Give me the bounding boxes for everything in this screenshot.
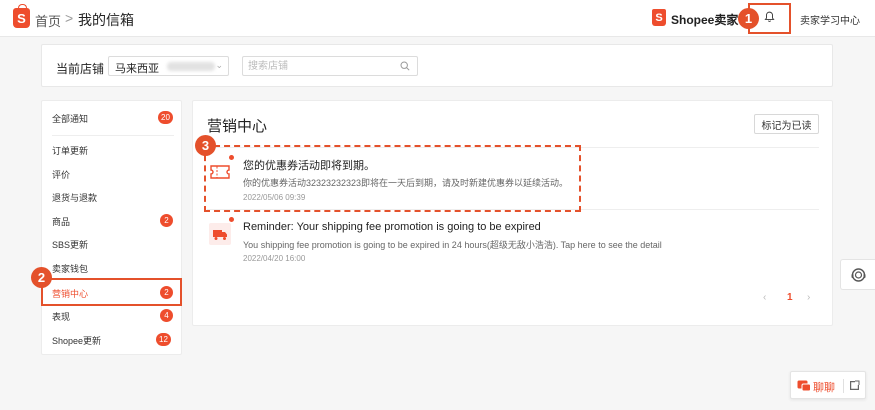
mark-all-read-button[interactable]: 标记为已读 (754, 114, 819, 134)
sidebar-item-sbs[interactable]: SBS更新 (42, 233, 183, 255)
notification-item[interactable]: Reminder: Your shipping fee promotion is… (207, 213, 819, 267)
blurred-shop-name (167, 62, 215, 71)
shopee-logo[interactable]: S (13, 4, 30, 28)
shop-search-input[interactable] (248, 59, 388, 73)
step-2-marker: 2 (31, 267, 52, 288)
headset-icon (851, 268, 866, 282)
shop-search-box[interactable] (242, 56, 418, 76)
sidebar-item-performance[interactable]: 表现 4 (42, 305, 183, 327)
chat-divider (843, 379, 844, 393)
sidebar-item-wallet[interactable]: 卖家钱包 (42, 257, 183, 279)
unread-dot (229, 217, 234, 222)
notification-panel: 营销中心 标记为已读 您的优惠券活动即将到期。 你的优惠券活动323232323… (192, 100, 833, 326)
chat-bar[interactable]: 聊聊 (790, 371, 866, 399)
sidebar-item-label: 退货与退款 (52, 193, 98, 203)
sidebar-item-orders[interactable]: 订单更新 (42, 139, 183, 161)
unread-count-badge: 4 (160, 309, 173, 322)
pagination-next[interactable]: › (807, 292, 810, 303)
chevron-down-icon: ⌄ (215, 60, 223, 70)
sidebar-item-shopee-updates[interactable]: Shopee更新 12 (42, 329, 183, 351)
delivery-truck-icon (209, 223, 231, 245)
support-float-button[interactable] (840, 259, 875, 290)
sidebar-item-label: SBS更新 (52, 240, 89, 250)
bell-icon[interactable] (764, 11, 775, 23)
breadcrumb-separator: > (65, 10, 74, 26)
chat-icon (797, 380, 811, 392)
expand-icon[interactable] (849, 380, 860, 391)
shop-select[interactable]: 马来西亚 ⌄ (108, 56, 229, 76)
sidebar: 全部通知 20 订单更新 评价 退货与退款 商品 2 SBS更新 卖家钱包 营销… (41, 100, 182, 355)
step-3-marker: 3 (195, 135, 216, 156)
learning-center-link[interactable]: 卖家学习中心 (800, 12, 860, 27)
sidebar-item-products[interactable]: 商品 2 (42, 210, 183, 232)
current-shop-label: 当前店铺 (56, 62, 105, 76)
notification-title: Reminder: Your shipping fee promotion is… (243, 221, 541, 233)
seller-brand[interactable]: Shopee卖家 (671, 11, 738, 28)
step-1-marker: 1 (738, 8, 759, 29)
chat-label: 聊聊 (813, 382, 835, 394)
seller-logo: S (652, 9, 666, 26)
unread-count-badge: 2 (160, 214, 173, 227)
sidebar-item-returns[interactable]: 退货与退款 (42, 186, 183, 208)
unread-count-badge: 20 (158, 111, 173, 124)
page-title: 我的信箱 (78, 12, 134, 28)
marketing-highlight-box (41, 278, 182, 306)
search-icon[interactable] (400, 61, 410, 71)
sidebar-item-all[interactable]: 全部通知 20 (42, 107, 183, 129)
panel-title: 营销中心 (207, 118, 268, 135)
shop-select-value: 马来西亚 (115, 63, 159, 75)
notification-body: You shipping fee promotion is going to b… (243, 240, 662, 250)
shop-selector-bar: 当前店铺 马来西亚 ⌄ (41, 44, 833, 87)
pagination-prev[interactable]: ‹ (763, 292, 766, 303)
breadcrumb-home[interactable]: 首页 (35, 11, 61, 30)
notification-date: 2022/04/20 16:00 (243, 254, 306, 263)
sidebar-item-label: 订单更新 (52, 146, 89, 156)
sidebar-item-label: Shopee更新 (52, 336, 102, 346)
sidebar-item-label: 全部通知 (52, 114, 89, 124)
pagination-page[interactable]: 1 (787, 292, 793, 303)
sidebar-divider (52, 135, 174, 136)
unread-count-badge: 12 (156, 333, 171, 346)
sidebar-item-label: 表现 (52, 312, 71, 322)
sidebar-item-reviews[interactable]: 评价 (42, 163, 183, 185)
sidebar-item-label: 商品 (52, 217, 71, 227)
sidebar-item-label: 评价 (52, 170, 71, 180)
notification-highlight-box (204, 145, 581, 212)
sidebar-item-label: 卖家钱包 (52, 264, 89, 274)
